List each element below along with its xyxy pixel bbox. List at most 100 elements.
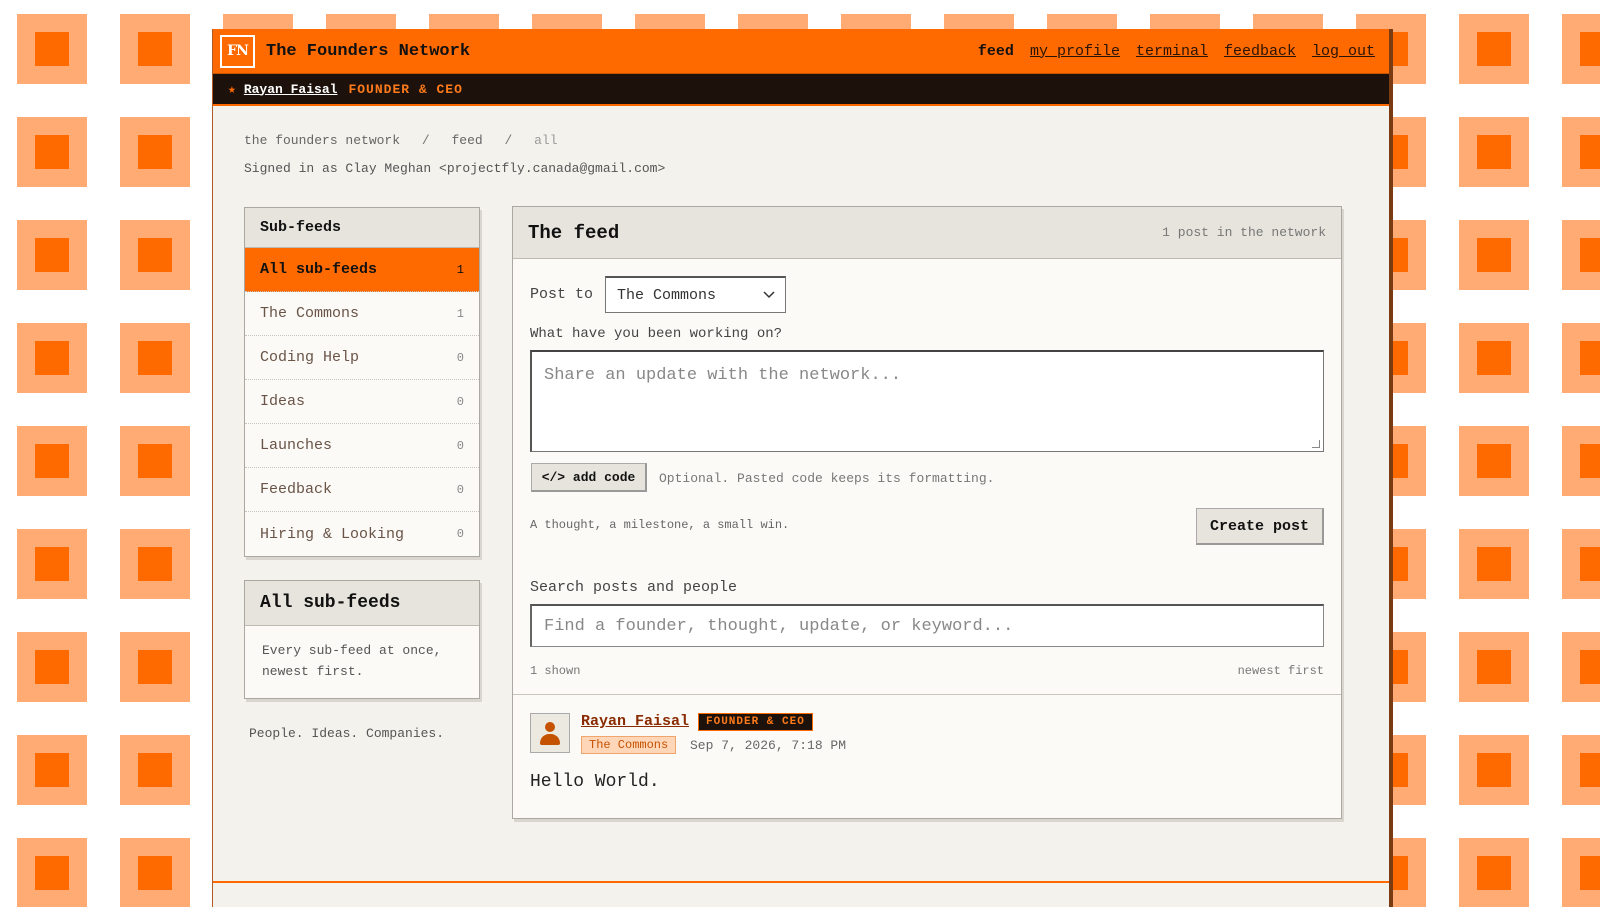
background-tile	[1459, 735, 1529, 805]
background-tile	[1562, 529, 1600, 599]
post-subfeed-tag[interactable]: The Commons	[581, 736, 677, 754]
subfeed-label: The Commons	[260, 305, 360, 322]
search-input[interactable]: Find a founder, thought, update, or keyw…	[530, 604, 1324, 647]
founder-ticker: ★ Rayan Faisal FOUNDER & CEO	[213, 74, 1389, 106]
divider	[513, 694, 1341, 695]
feed-header: The feed 1 post in the network	[513, 207, 1341, 259]
subfeed-info-panel: All sub-feeds Every sub-feed at once, ne…	[244, 580, 480, 699]
subfeeds-title: Sub-feeds	[245, 208, 479, 248]
star-icon: ★	[228, 81, 236, 97]
background-tile	[120, 117, 190, 187]
post-to-row: Post to The Commons	[530, 276, 787, 313]
background-tile	[17, 632, 87, 702]
background-tile	[1562, 14, 1600, 84]
subfeed-label: Coding Help	[260, 349, 360, 366]
subfeed-count: 0	[456, 527, 464, 541]
background-tile	[120, 220, 190, 290]
background-tile	[1562, 323, 1600, 393]
background-tile	[1459, 14, 1529, 84]
nav-log-out[interactable]: log out	[1312, 43, 1375, 60]
subfeed-label: All sub-feeds	[260, 261, 378, 278]
background-tile	[1459, 838, 1529, 907]
background-tile	[1459, 632, 1529, 702]
logo-icon[interactable]: FN	[220, 34, 255, 68]
add-code-hint: Optional. Pasted code keeps its formatti…	[659, 471, 995, 486]
search-placeholder: Find a founder, thought, update, or keyw…	[544, 616, 1014, 636]
post-timestamp: Sep 7, 2026, 7:18 PM	[690, 738, 847, 753]
background-tile	[120, 632, 190, 702]
subfeed-label: Feedback	[260, 481, 333, 498]
subfeed-count: 0	[456, 438, 464, 453]
ticker-founder-name[interactable]: Rayan Faisal	[244, 82, 338, 97]
nav-terminal[interactable]: terminal	[1136, 43, 1208, 60]
background-tile	[1562, 426, 1600, 496]
background-tile	[1459, 426, 1529, 496]
subfeed-info-title: All sub-feeds	[245, 581, 479, 626]
background-tile	[17, 838, 87, 907]
background-tile	[1562, 735, 1600, 805]
post-textarea[interactable]: Share an update with the network...	[530, 350, 1324, 452]
background-tile	[1459, 220, 1529, 290]
background-tile	[1562, 220, 1600, 290]
background-tile	[17, 14, 87, 84]
nav-my-profile[interactable]: my profile	[1030, 43, 1120, 60]
background-tile	[120, 323, 190, 393]
background-tile	[17, 220, 87, 290]
subfeed-item-feedback[interactable]: Feedback 0	[245, 468, 479, 512]
nav-feed[interactable]: feed	[978, 43, 1014, 60]
subfeed-item-launches[interactable]: Launches 0	[245, 424, 479, 468]
add-code-button[interactable]: </> add code	[531, 463, 647, 492]
breadcrumb-feed[interactable]: feed	[451, 133, 482, 148]
background-tile	[17, 426, 87, 496]
breadcrumb-root[interactable]: the founders network	[244, 133, 400, 148]
subfeed-item-ideas[interactable]: Ideas 0	[245, 380, 479, 424]
sidebar-tagline: People. Ideas. Companies.	[249, 726, 445, 741]
create-post-button[interactable]: Create post	[1196, 508, 1324, 545]
subfeed-count: 0	[456, 394, 464, 409]
brand-title[interactable]: The Founders Network	[266, 42, 470, 61]
background-tile	[1459, 529, 1529, 599]
background-tile	[17, 117, 87, 187]
breadcrumb: the founders network / feed / all	[244, 133, 572, 148]
subfeed-item-the-commons[interactable]: The Commons 1	[245, 292, 479, 336]
results-count: 1 shown	[530, 664, 581, 678]
post-to-label: Post to	[530, 286, 594, 303]
subfeed-count: 0	[456, 482, 464, 497]
search-label: Search posts and people	[530, 579, 738, 596]
post-hint: A thought, a milestone, a small win.	[530, 518, 790, 532]
background-tile	[17, 323, 87, 393]
subfeed-item-coding-help[interactable]: Coding Help 0	[245, 336, 479, 380]
subfeed-label: Ideas	[260, 393, 306, 410]
subfeed-item-all[interactable]: All sub-feeds 1	[245, 248, 479, 292]
background-tile	[1562, 632, 1600, 702]
background-tile	[1459, 117, 1529, 187]
post-author-badge: FOUNDER & CEO	[698, 713, 813, 731]
feed-panel: The feed 1 post in the network Post to T…	[512, 206, 1342, 819]
main-nav: feed my profile terminal feedback log ou…	[978, 43, 1375, 60]
background-tile	[17, 529, 87, 599]
footer-rule	[213, 881, 1389, 883]
nav-feedback[interactable]: feedback	[1224, 43, 1296, 60]
subfeed-label: Hiring & Looking	[260, 525, 405, 543]
background-tile	[120, 735, 190, 805]
breadcrumb-separator: /	[504, 133, 513, 148]
person-icon[interactable]	[530, 713, 570, 753]
post-author[interactable]: Rayan Faisal	[581, 713, 689, 730]
post-prompt-label: What have you been working on?	[530, 326, 783, 342]
sidebar: Sub-feeds All sub-feeds 1 The Commons 1 …	[244, 207, 480, 741]
resize-handle-icon[interactable]	[1312, 440, 1320, 448]
subfeed-item-hiring-looking[interactable]: Hiring & Looking 0	[245, 512, 479, 556]
post-textarea-placeholder: Share an update with the network...	[544, 366, 902, 385]
signed-in-text: Signed in as Clay Meghan <projectfly.can…	[244, 161, 666, 176]
chevron-down-icon	[763, 287, 775, 304]
background-tile	[17, 735, 87, 805]
subfeed-count: 1	[456, 262, 464, 277]
post-to-select[interactable]: The Commons	[605, 276, 787, 313]
background-tile	[120, 426, 190, 496]
background-tile	[1562, 117, 1600, 187]
background-tile	[1459, 323, 1529, 393]
background-tile	[120, 838, 190, 907]
background-tile	[120, 529, 190, 599]
app-window: FN The Founders Network feed my profile …	[212, 29, 1389, 907]
sort-order[interactable]: newest first	[1238, 664, 1324, 678]
